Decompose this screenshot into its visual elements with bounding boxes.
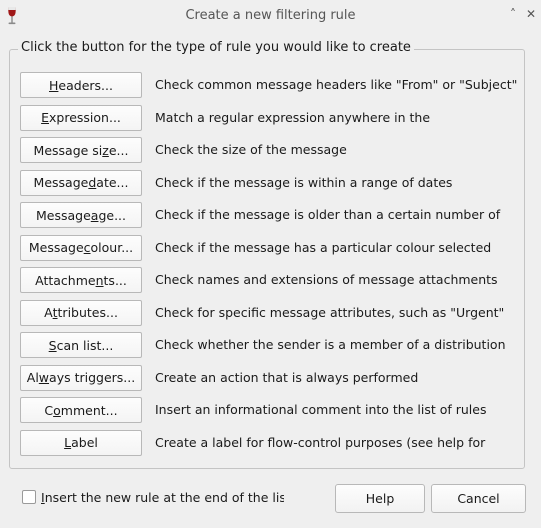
button-mnemonic: a xyxy=(90,207,99,223)
rule-row-attributes: At tributes... Check for specific message … xyxy=(20,299,520,328)
title-bar: Create a new filtering rule ˄ ✕ xyxy=(0,0,541,32)
window-title: Create a new filtering rule xyxy=(185,8,356,23)
button-mnemonic: S xyxy=(48,337,57,353)
expression-button[interactable]: Expression... xyxy=(20,104,142,131)
button-mnemonic: L xyxy=(64,435,72,450)
button-label-suffix: tributes... xyxy=(57,305,118,320)
button-label-prefix: Al xyxy=(26,370,39,385)
button-label-suffix: ate... xyxy=(96,175,129,190)
button-label-prefix: Attachme xyxy=(35,272,96,288)
insert-at-end-checkbox[interactable] xyxy=(22,490,36,504)
button-label-suffix: xpression... xyxy=(49,110,121,125)
button-mnemonic: o xyxy=(53,402,61,418)
attributes-description: Check for specific message attributes, s… xyxy=(155,304,505,320)
button-label-suffix: ge... xyxy=(98,207,126,223)
rule-row-label: Label Create a label for flow-control pur… xyxy=(20,429,520,458)
label-button[interactable]: Label xyxy=(20,429,142,456)
button-label-prefix: Message xyxy=(35,207,91,223)
button-label-suffix: ays triggers... xyxy=(49,370,136,385)
button-label-suffix: eaders... xyxy=(58,77,113,93)
dialog-window: Create a new filtering rule ˄ ✕ Click th… xyxy=(0,0,541,528)
minimize-button[interactable]: ˄ xyxy=(505,7,521,21)
message-size-description: Check the size of the message xyxy=(155,142,347,157)
button-label-prefix: Message xyxy=(28,240,84,255)
scan-list-button[interactable]: Scan list... xyxy=(20,332,142,358)
attributes-button[interactable]: At tributes... xyxy=(20,299,142,326)
rule-row-expression: Expression... Match a regular expression … xyxy=(20,104,520,133)
rule-row-always-triggers: Al w ays triggers... Create an action that … xyxy=(20,364,520,393)
rule-row-message-date: Message d ate... Check if the message is w… xyxy=(20,169,520,198)
comment-description: Insert an informational comment into the… xyxy=(155,402,487,417)
message-age-description: Check if the message is older than a cer… xyxy=(155,207,501,222)
rule-row-headers: Headers... Check common message headers l… xyxy=(20,72,520,100)
always-triggers-button[interactable]: Al w ays triggers... xyxy=(20,364,142,391)
cancel-button[interactable]: Cancel xyxy=(431,484,526,513)
button-label-prefix: Message si xyxy=(33,142,103,158)
help-button[interactable]: Help xyxy=(335,484,425,513)
always-triggers-description: Create an action that is always performe… xyxy=(155,369,419,385)
insert-at-end-label[interactable]: Insert the new rule at the end of the li… xyxy=(41,490,284,505)
rule-row-comment: Co mment... Insert an informational commen… xyxy=(20,397,520,425)
message-age-button[interactable]: Message a ge... xyxy=(20,202,142,228)
message-date-button[interactable]: Message d ate... xyxy=(20,169,142,196)
close-button[interactable]: ✕ xyxy=(523,7,539,21)
rule-row-scan-list: Scan list... Check whether the sender is … xyxy=(20,332,520,360)
button-label-prefix: Message xyxy=(33,175,89,190)
attachments-description: Check names and extensions of message at… xyxy=(155,272,498,287)
message-date-description: Check if the message is within a range o… xyxy=(155,174,453,190)
button-mnemonic: c xyxy=(83,240,91,255)
button-mnemonic: H xyxy=(49,77,59,93)
label-description: Create a label for flow-control purposes… xyxy=(155,434,486,450)
button-mnemonic: w xyxy=(38,370,50,385)
message-size-button[interactable]: Message si z e... xyxy=(20,137,142,163)
message-colour-button[interactable]: Message c olour... xyxy=(20,234,142,261)
group-legend: Click the button for the type of rule yo… xyxy=(18,40,414,55)
comment-button[interactable]: Co mment... xyxy=(20,397,142,423)
button-label-suffix: ts... xyxy=(103,272,127,288)
button-mnemonic: d xyxy=(88,175,97,190)
button-label-suffix: olour... xyxy=(90,240,134,255)
expression-description: Match a regular expression anywhere in t… xyxy=(155,109,431,125)
headers-description: Check common message headers like "From"… xyxy=(155,77,518,92)
button-label-suffix: e... xyxy=(108,142,129,158)
message-colour-description: Check if the message has a particular co… xyxy=(155,239,492,255)
attachments-button[interactable]: Attachme n ts... xyxy=(20,267,142,293)
button-label-suffix: can list... xyxy=(56,337,114,353)
rule-row-message-age: Message a ge... Check if the message is ol… xyxy=(20,202,520,230)
rule-row-attachments: Attachme n ts... Check names and extensions… xyxy=(20,267,520,295)
button-label-suffix: abel xyxy=(71,435,98,450)
button-label-prefix: C xyxy=(44,402,54,418)
button-label-suffix: mment... xyxy=(60,402,118,418)
rule-row-message-colour: Message c olour... Check if the message ha… xyxy=(20,234,520,263)
button-mnemonic: n xyxy=(95,272,104,288)
checkbox-label-text: nsert the new rule at the end of the lis… xyxy=(44,490,284,505)
headers-button[interactable]: Headers... xyxy=(20,72,142,98)
button-mnemonic: E xyxy=(41,110,50,125)
button-label-prefix: A xyxy=(44,305,53,320)
scan-list-description: Check whether the sender is a member of … xyxy=(155,337,506,352)
rule-row-message-size: Message si z e... Check the size of the mes… xyxy=(20,137,520,165)
